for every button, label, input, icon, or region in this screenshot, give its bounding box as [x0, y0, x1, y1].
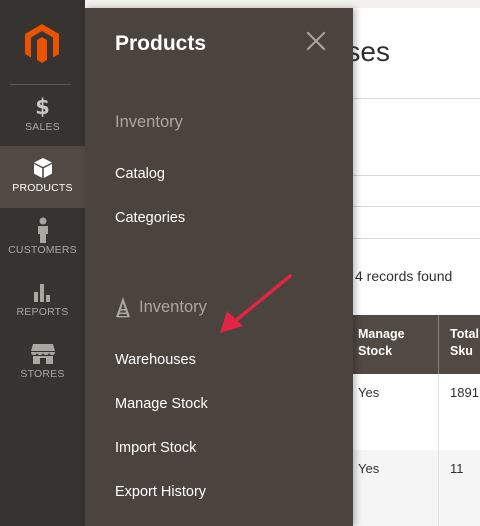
sidebar-item-sales[interactable]: $ SALES: [0, 85, 85, 147]
sidebar-item-label: PRODUCTS: [12, 182, 73, 194]
sidebar-item-customers[interactable]: CUSTOMERS: [0, 208, 85, 270]
column-divider: [438, 374, 439, 450]
sidebar-item-label: STORES: [20, 368, 65, 380]
sidebar-item-label: SALES: [25, 121, 60, 133]
column-header-manage-stock[interactable]: Manage Stock: [358, 326, 405, 360]
logo-link[interactable]: [0, 0, 85, 84]
section-title-text: Inventory: [139, 297, 207, 316]
divider: [353, 175, 480, 176]
column-divider: [438, 315, 439, 374]
grid-header: Manage Stock Total Sku: [353, 315, 480, 374]
sidebar-item-label: REPORTS: [16, 306, 69, 318]
menu-item-import-stock[interactable]: Import Stock: [115, 440, 196, 456]
column-header-total-sku[interactable]: Total Sku: [450, 326, 479, 360]
panel-title: Products: [115, 32, 207, 55]
warehouse-a-icon: [115, 296, 131, 318]
menu-item-categories[interactable]: Categories: [115, 210, 185, 226]
table-row[interactable]: Yes 1891: [353, 374, 480, 450]
sidebar-item-products[interactable]: PRODUCTS: [0, 146, 85, 208]
dollar-icon: $: [35, 95, 50, 119]
divider: [353, 98, 480, 99]
column-header-label: Total Sku: [450, 327, 479, 358]
section-title-inventory-warehouses: Inventory: [115, 296, 207, 318]
menu-item-manage-stock[interactable]: Manage Stock: [115, 396, 208, 412]
close-icon: [306, 31, 326, 51]
divider: [353, 206, 480, 207]
column-header-label: Manage Stock: [358, 327, 405, 358]
section-title-inventory: Inventory: [115, 113, 183, 132]
admin-sidebar: $ SALES PRODUCTS CUSTOMERS REPORTS STORE…: [0, 0, 85, 526]
magento-logo-icon: [25, 24, 59, 63]
products-menu-panel: Products Inventory Catalog Categories In…: [85, 8, 353, 526]
table-cell: Yes: [358, 385, 380, 400]
cube-icon: [0, 156, 85, 180]
table-row[interactable]: Yes 11: [353, 450, 480, 526]
person-icon: [0, 217, 85, 243]
close-button[interactable]: [305, 30, 327, 52]
annotation-arrow-icon: [220, 274, 292, 333]
section-title-text: Inventory: [115, 113, 183, 131]
sidebar-item-label: CUSTOMERS: [8, 244, 77, 256]
table-cell: 1891: [450, 385, 479, 400]
store-icon: [0, 342, 85, 366]
records-count: 4 records found: [355, 268, 453, 284]
menu-item-export-history[interactable]: Export History: [115, 484, 206, 500]
divider: [353, 238, 480, 239]
page-top-strip: [85, 0, 480, 8]
table-cell: 11: [450, 461, 464, 476]
sidebar-item-stores[interactable]: STORES: [0, 332, 85, 394]
bar-chart-icon: [0, 280, 85, 304]
sidebar-item-reports[interactable]: REPORTS: [0, 270, 85, 332]
menu-item-catalog[interactable]: Catalog: [115, 166, 165, 182]
column-divider: [438, 450, 439, 526]
table-cell: Yes: [358, 461, 380, 476]
menu-item-warehouses[interactable]: Warehouses: [115, 352, 196, 368]
